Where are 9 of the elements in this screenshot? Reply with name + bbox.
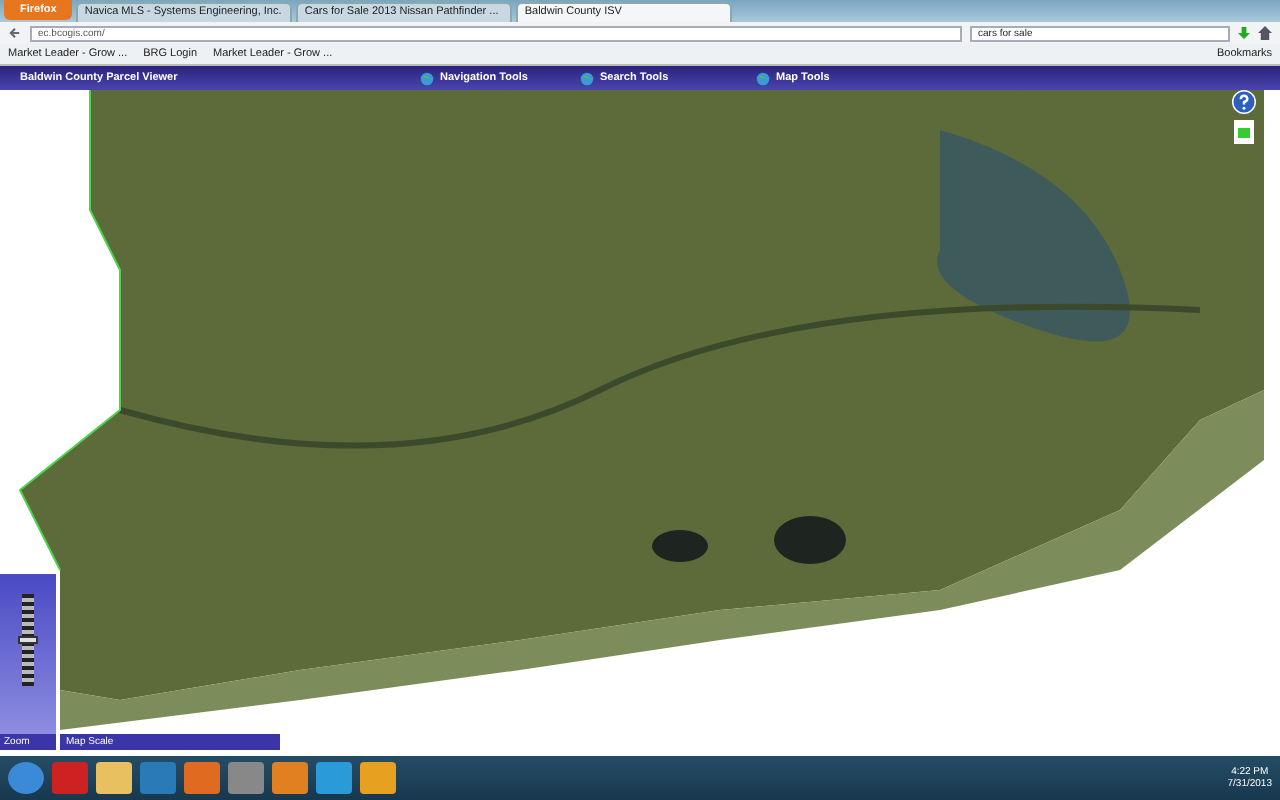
back-icon[interactable] [8, 26, 22, 40]
zoom-slider[interactable] [22, 594, 34, 686]
globe-icon [420, 71, 434, 85]
globe-icon [580, 71, 594, 85]
home-icon[interactable] [1258, 26, 1272, 40]
download-icon[interactable] [1238, 26, 1250, 40]
globe-icon [756, 71, 770, 85]
slider-thumb[interactable] [18, 636, 38, 644]
help-icon[interactable] [1232, 90, 1256, 114]
